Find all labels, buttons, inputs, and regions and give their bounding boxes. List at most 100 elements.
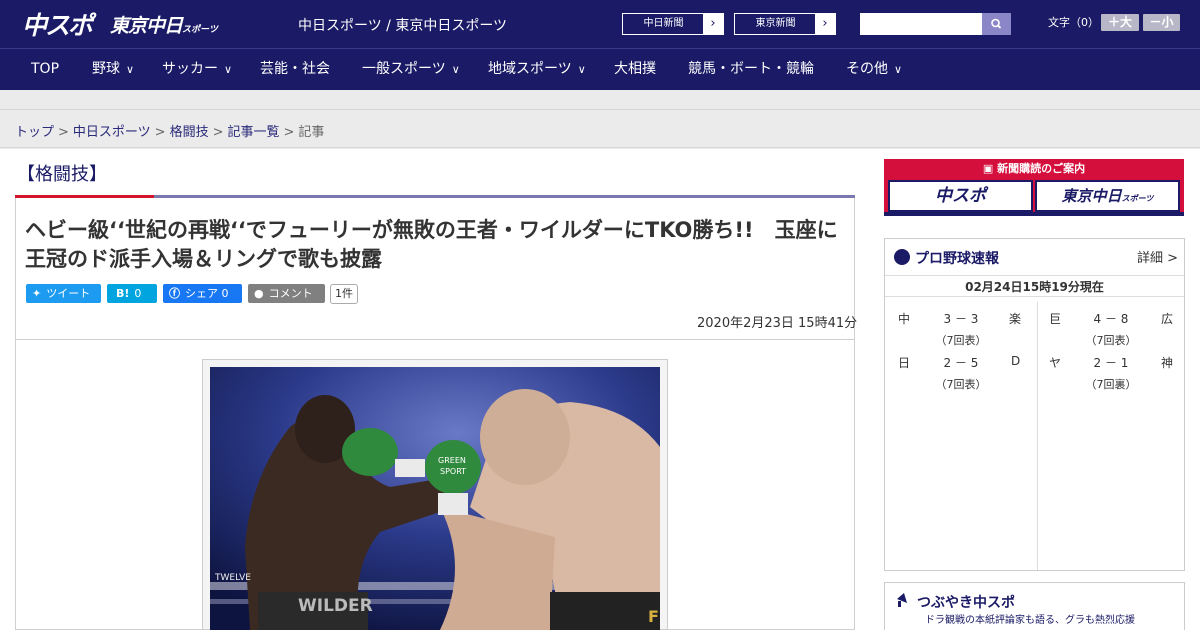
game-3-score[interactable]: 2 － 5 [931, 354, 991, 371]
tokyo-chunichi-logo[interactable]: 東京中日スポーツ [110, 11, 218, 38]
article-category[interactable]: 【格闘技】 [17, 160, 107, 186]
chevron-down-icon: ∨ [451, 63, 460, 76]
breadcrumb-separator: > [58, 125, 69, 140]
game-4-away: 神 [1161, 356, 1174, 370]
nav-soccer[interactable]: サッカー ∨ [162, 49, 232, 90]
chevron-down-icon: ∨ [894, 63, 903, 76]
baseball-score-box: プロ野球速報 詳細 > 02月24日15時19分現在 中 3 － 3 楽 （7回… [884, 238, 1185, 571]
breadcrumb-current: 記事 [298, 125, 325, 140]
tokyo-chunichi-logo-small: スポーツ [182, 25, 218, 35]
game-3-home: 日 [898, 356, 911, 370]
breadcrumb-bar: トップ > 中日スポーツ > 格闘技 > 記事一覧 > 記事 [0, 110, 1200, 148]
facebook-icon: ⓕ [169, 287, 180, 300]
main-nav: TOP 野球 ∨ サッカー ∨ 芸能・社会 一般スポーツ ∨ 地域スポーツ ∨ 大相撲 … [0, 48, 1200, 90]
game-2-home: 巨 [1049, 312, 1062, 326]
tweet-label: ツイート [46, 287, 91, 300]
chevron-right-icon: › [815, 14, 835, 34]
search-button[interactable] [982, 13, 1011, 35]
nav-label: 大相撲 [614, 61, 656, 77]
game-2-score[interactable]: 4 － 8 [1081, 310, 1141, 327]
font-bigger-button[interactable]: ＋大 [1101, 14, 1139, 31]
font-smaller-button[interactable]: －小 [1143, 14, 1180, 31]
twitter-bird-icon: ✦ [32, 287, 42, 300]
breadcrumb-chunichi-sports[interactable]: 中日スポーツ [73, 125, 151, 140]
breadcrumb: トップ > 中日スポーツ > 格闘技 > 記事一覧 > 記事 [15, 121, 324, 140]
ad-tokyo-chunichi-small: スポーツ [1121, 194, 1154, 203]
chevron-down-icon: ∨ [577, 63, 586, 76]
baseball-icon [894, 249, 910, 265]
nav-label: その他 [846, 61, 888, 77]
nav-baseball[interactable]: 野球 ∨ [92, 49, 134, 90]
tweet-button[interactable]: ✦ ツイート [26, 284, 101, 303]
newspaper-icon: ▣ [982, 162, 998, 175]
nav-horse-racing[interactable]: 競馬・ボート・競輪 [688, 49, 814, 90]
subscription-ad[interactable]: ▣ 新聞購読のご案内 中スポ 東京中日スポーツ [884, 159, 1184, 216]
tokyo-shimbun-button[interactable]: 東京新聞 › [734, 13, 836, 35]
game-3-away: D [1011, 354, 1021, 368]
chunichi-shimbun-button[interactable]: 中日新聞 › [622, 13, 724, 35]
nav-regional-sports[interactable]: 地域スポーツ ∨ [488, 49, 586, 90]
tsubuyaki-subtitle: ドラ観戦の本紙評論家も語る、グラも熱烈応援 [925, 615, 1135, 626]
site-title: 中日スポーツ / 東京中日スポーツ [298, 18, 508, 34]
game-1-score[interactable]: 3 － 3 [931, 310, 991, 327]
breadcrumb-top[interactable]: トップ [15, 125, 54, 140]
comment-button[interactable]: ● コメント [248, 284, 325, 303]
search-icon [991, 18, 1002, 29]
breadcrumb-combat-sports[interactable]: 格闘技 [170, 125, 209, 140]
score-column-divider [1037, 302, 1038, 570]
article-headline: ヘビー級‘‘世紀の再戦‘‘でフューリーが無敗の王者・ワイルダーにTKO勝ち!! … [25, 218, 838, 271]
nav-general-sports[interactable]: 一般スポーツ ∨ [362, 49, 460, 90]
site-header: 中スポ 東京中日スポーツ 中日スポーツ / 東京中日スポーツ 中日新聞 › 東京… [0, 0, 1200, 48]
ad-tokyo-chunichi[interactable]: 東京中日スポーツ [1035, 180, 1180, 212]
game-4-home: ヤ [1049, 356, 1062, 370]
comment-label: コメント [268, 287, 313, 300]
breadcrumb-separator: > [154, 125, 166, 140]
nav-label: 芸能・社会 [260, 61, 330, 77]
tsubuyaki-box[interactable]: つぶやき中スポ ドラ観戦の本紙評論家も語る、グラも熱烈応援 [884, 582, 1185, 630]
chevron-down-icon: ∨ [126, 63, 135, 76]
ad-tokyo-chunichi-text: 東京中日 [1061, 187, 1122, 205]
ring-text: TWELVE [214, 573, 251, 583]
breadcrumb-article-list[interactable]: 記事一覧 [228, 125, 280, 140]
article-divider [15, 339, 855, 340]
hatena-bookmark-button[interactable]: B! 0 [107, 284, 157, 303]
breadcrumb-separator: > [283, 125, 295, 140]
ad-title-text: 新聞購読のご案内 [997, 162, 1086, 175]
chunichi-shimbun-label: 中日新聞 [643, 18, 684, 29]
baseball-update-time: 02月24日15時19分現在 [885, 275, 1184, 297]
nav-other[interactable]: その他 ∨ [846, 49, 902, 90]
ad-title: ▣ 新聞購読のご案内 [884, 161, 1184, 177]
search-box [860, 13, 1011, 35]
boxing-photo-illustration: GREEN SPORT TWELVE WILDER F [210, 367, 660, 630]
nav-top[interactable]: TOP [31, 49, 59, 90]
chuspo-logo[interactable]: 中スポ [22, 6, 93, 42]
hatena-count: 0 [134, 287, 142, 300]
baseball-title: プロ野球速報 [915, 251, 999, 267]
hatena-bookmark-icon: B! [116, 287, 130, 300]
font-size-label: 文字（0） [1048, 16, 1099, 29]
trunks-letter: F [648, 607, 659, 626]
trunks-text: WILDER [298, 596, 373, 616]
megaphone-icon [897, 593, 907, 607]
nav-label: 競馬・ボート・競輪 [688, 61, 814, 77]
ad-bottom-band [884, 212, 1184, 216]
nav-label: 地域スポーツ [488, 61, 572, 77]
nav-sumo[interactable]: 大相撲 [614, 49, 656, 90]
spacer-strip [0, 90, 1200, 110]
tsubuyaki-title: つぶやき中スポ [917, 595, 1015, 611]
share-count: 0 [221, 287, 229, 300]
game-1-inning: （7回表） [935, 334, 987, 347]
article-photo[interactable]: GREEN SPORT TWELVE WILDER F [210, 367, 660, 630]
ad-chuspo[interactable]: 中スポ [888, 180, 1033, 212]
facebook-share-button[interactable]: ⓕ シェア 0 [163, 284, 242, 303]
baseball-more-link[interactable]: 詳細 > [1137, 247, 1178, 266]
comment-count-badge[interactable]: 1件 [330, 284, 358, 304]
tokyo-chunichi-logo-text: 東京中日 [110, 15, 183, 37]
glove-text-2: SPORT [440, 467, 466, 476]
game-4-score[interactable]: 2 － 1 [1081, 354, 1141, 371]
game-2-inning: （7回表） [1085, 334, 1137, 347]
game-4-inning: （7回裏） [1085, 378, 1137, 391]
search-input[interactable] [860, 13, 982, 35]
chevron-down-icon: ∨ [224, 63, 233, 76]
nav-entertainment[interactable]: 芸能・社会 [260, 49, 330, 90]
